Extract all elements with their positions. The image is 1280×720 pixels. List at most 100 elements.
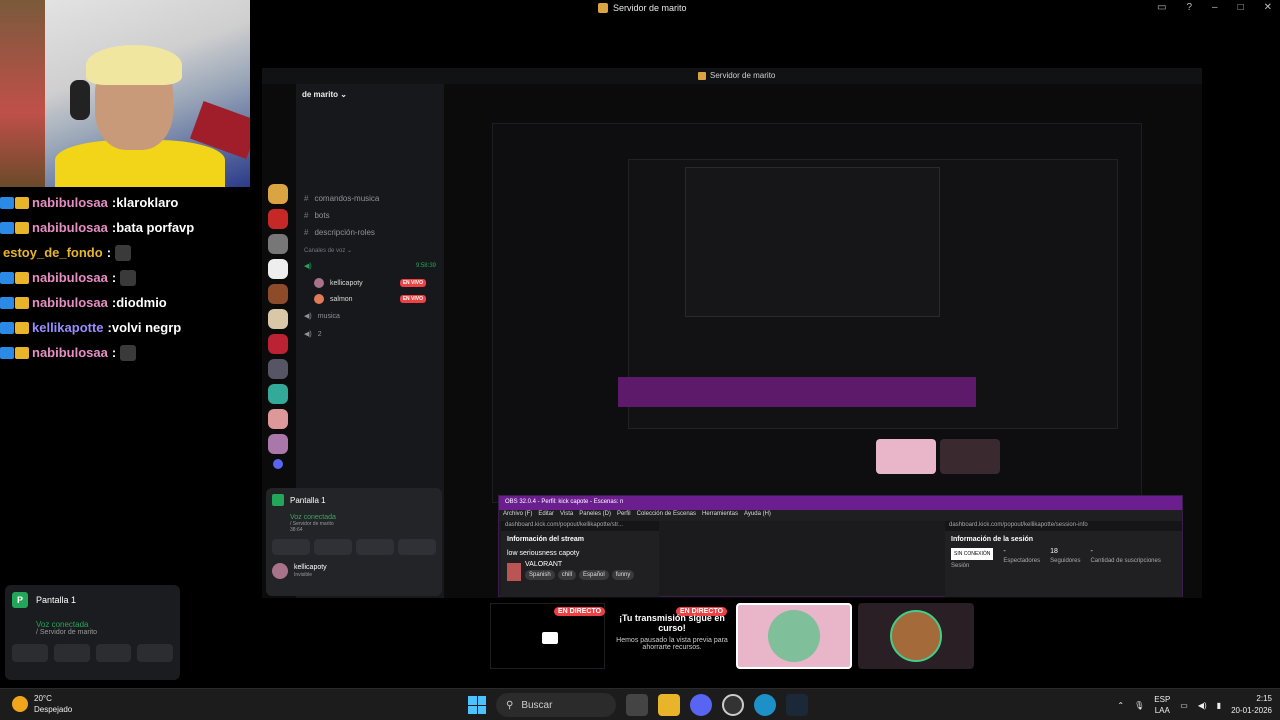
microphone-icon[interactable]: 🎙 xyxy=(1134,701,1144,710)
menu-item[interactable]: Perfil xyxy=(617,511,631,520)
avatar xyxy=(314,278,324,288)
avatar xyxy=(314,294,324,304)
clock[interactable]: 2:15 20-01-2026 xyxy=(1231,693,1272,717)
taskbar-apps: ⚲ Buscar xyxy=(468,693,808,717)
discord-icon[interactable] xyxy=(690,694,712,716)
chat-message: kellikapotte: volvi negrp xyxy=(0,315,262,340)
server-icon[interactable] xyxy=(268,409,288,429)
server-icon[interactable] xyxy=(268,434,288,454)
chat-badges xyxy=(0,196,29,209)
chat-message: estoy_de_fondo: xyxy=(0,240,262,265)
stream-info-dock: dashboard.kick.com/popout/kellikapotte/s… xyxy=(501,521,659,597)
edge-icon[interactable] xyxy=(754,694,776,716)
nested-obs-window xyxy=(618,377,976,407)
game-cover xyxy=(507,562,521,581)
language-indicator[interactable]: ESP LAA xyxy=(1154,694,1170,716)
nested-stream-preview xyxy=(685,167,940,317)
menu-item[interactable]: Herramientas xyxy=(702,511,738,520)
chat-overlay: nabibulosaa: klaroklaro nabibulosaa: bata… xyxy=(0,190,262,365)
task-view-icon[interactable] xyxy=(626,694,648,716)
channel-item[interactable]: # descripción-roles xyxy=(296,224,444,241)
speaker-icon: ◀) xyxy=(304,263,312,270)
participant-tile[interactable] xyxy=(858,603,974,669)
chat-username: nabibulosaa xyxy=(32,345,108,360)
screen-share-icon: P xyxy=(12,592,28,608)
menu-item[interactable]: Ayuda (H) xyxy=(744,511,771,520)
folder-icon[interactable] xyxy=(273,459,283,469)
server-icon[interactable] xyxy=(268,384,288,404)
voice-user[interactable]: kellicapoty EN VIVO xyxy=(296,275,444,291)
crown-badge-icon xyxy=(15,321,29,334)
screen-share-button[interactable] xyxy=(53,644,90,662)
moderator-badge-icon xyxy=(0,321,14,334)
screen-share-icon xyxy=(272,494,284,506)
server-header[interactable]: de marito ⌄ xyxy=(296,84,444,106)
menu-item[interactable]: Colección de Escenas xyxy=(637,511,696,520)
search-icon: ⚲ xyxy=(506,699,514,711)
activities-button[interactable] xyxy=(356,539,394,555)
server-icon[interactable] xyxy=(268,259,288,279)
channel-item[interactable]: # bots xyxy=(296,207,444,224)
hash-icon: # xyxy=(304,228,309,237)
menu-item[interactable]: Archivo (F) xyxy=(503,511,532,520)
volume-icon[interactable]: ◀) xyxy=(1198,701,1207,710)
server-icon[interactable] xyxy=(268,334,288,354)
webcam-headset xyxy=(70,80,90,120)
obs-icon[interactable] xyxy=(722,694,744,716)
obs-title-bar: OBS 32.0.4 - Perfil: kick capote - Escen… xyxy=(499,496,1182,510)
steam-icon[interactable] xyxy=(786,694,808,716)
help-icon[interactable]: ? xyxy=(1186,2,1192,13)
crown-badge-icon xyxy=(15,196,29,209)
channel-item[interactable]: # comandos-musica xyxy=(296,190,444,207)
server-icon[interactable] xyxy=(268,209,288,229)
voice-channel[interactable]: ◀) 2 xyxy=(296,325,444,343)
maximize-button[interactable]: □ xyxy=(1238,2,1244,13)
dock-heading: Información del stream xyxy=(507,536,585,543)
channel-spacer xyxy=(296,106,444,190)
soundboard-button[interactable] xyxy=(137,644,173,662)
voice-channel[interactable]: ◀) 9:58:39 xyxy=(296,257,444,275)
server-icon[interactable] xyxy=(268,184,288,204)
close-button[interactable]: ✕ xyxy=(1264,2,1272,13)
server-icon[interactable] xyxy=(268,234,288,254)
search-box[interactable]: ⚲ Buscar xyxy=(496,693,616,717)
chat-badges xyxy=(0,221,29,234)
speaker-icon: ◀) xyxy=(304,331,312,338)
voice-user[interactable]: salmon EN VIVO xyxy=(296,291,444,307)
network-icon[interactable]: ▭ xyxy=(1180,701,1188,710)
file-explorer-icon[interactable] xyxy=(658,694,680,716)
chat-badges xyxy=(0,321,29,334)
weather-widget[interactable]: 20°C Despejado xyxy=(12,693,72,715)
camera-off-button[interactable] xyxy=(272,539,310,555)
user-area[interactable]: kellicapoty Invisible xyxy=(272,563,436,579)
voice-section-header[interactable]: Canales de voz ⌄ xyxy=(296,241,444,257)
soundboard-button[interactable] xyxy=(398,539,436,555)
crown-badge-icon xyxy=(15,346,29,359)
chat-username: kellikapotte xyxy=(32,320,104,335)
chevron-up-icon[interactable]: ⌃ xyxy=(1117,701,1124,710)
discord-title: Servidor de marito xyxy=(698,71,775,80)
moderator-badge-icon xyxy=(0,196,14,209)
server-icon[interactable] xyxy=(268,309,288,329)
menu-item[interactable]: Paneles (D) xyxy=(579,511,611,520)
tag: funny xyxy=(611,570,635,580)
voice-channel[interactable]: ◀) musica xyxy=(296,307,444,325)
battery-icon[interactable]: ▮ xyxy=(1217,701,1221,710)
minimize-button[interactable]: – xyxy=(1212,2,1218,13)
server-icon[interactable] xyxy=(268,359,288,379)
chat-username: nabibulosaa xyxy=(32,270,108,285)
screen-share-button[interactable] xyxy=(314,539,352,555)
inbox-icon[interactable]: ▭ xyxy=(1157,2,1166,13)
windows-start-icon[interactable] xyxy=(468,696,486,714)
chat-separator: : xyxy=(111,270,117,285)
server-icon xyxy=(598,3,608,13)
server-icon[interactable] xyxy=(268,284,288,304)
moderator-badge-icon xyxy=(0,271,14,284)
menu-item[interactable]: Vista xyxy=(560,511,573,520)
server-list xyxy=(262,184,294,484)
camera-off-button[interactable] xyxy=(12,644,48,662)
crown-badge-icon xyxy=(15,271,29,284)
participant-tile[interactable] xyxy=(736,603,852,669)
menu-item[interactable]: Editar xyxy=(538,511,554,520)
activities-button[interactable] xyxy=(95,644,132,662)
